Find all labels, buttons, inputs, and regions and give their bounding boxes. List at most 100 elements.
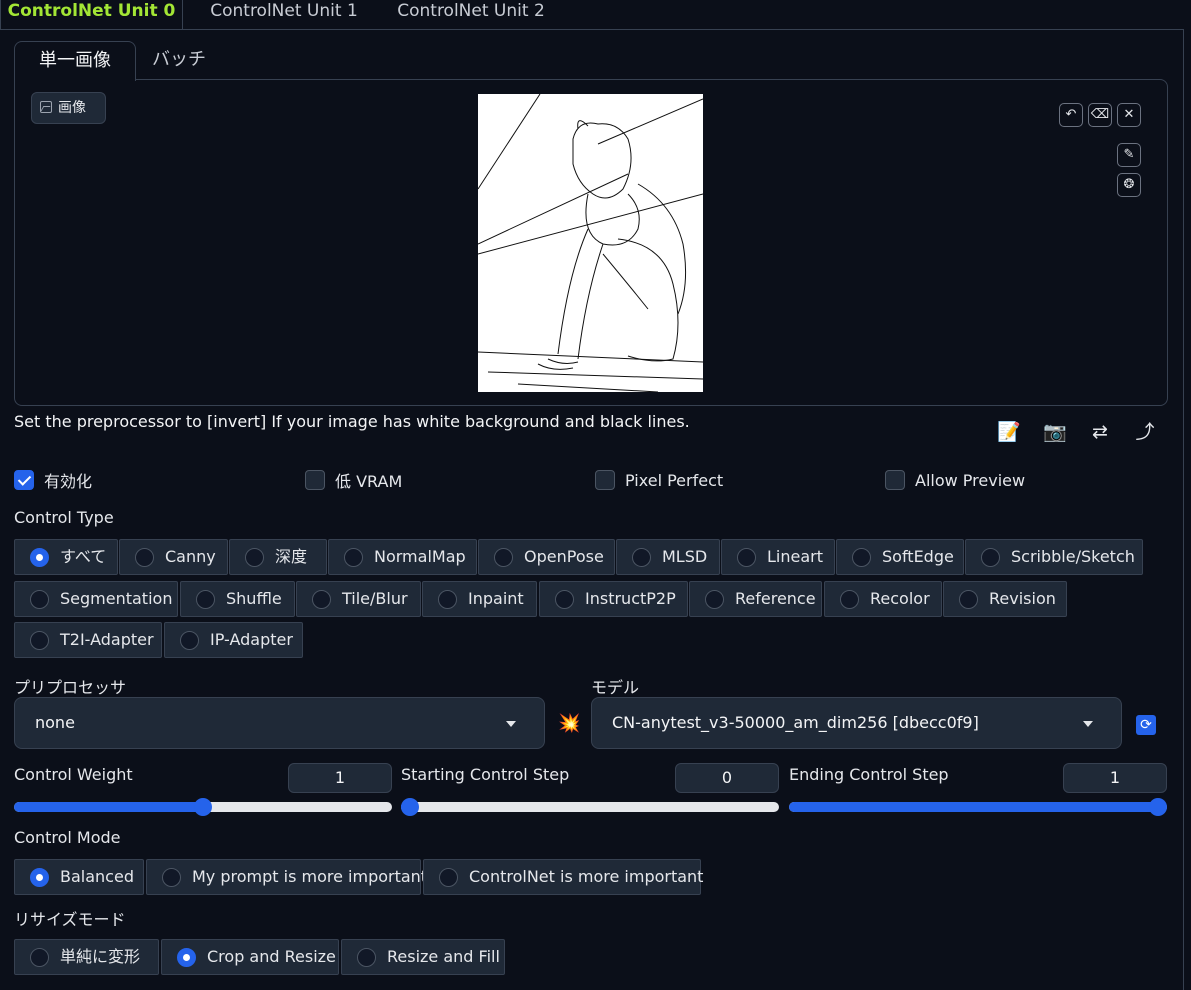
control-type-scribble[interactable]: Scribble/Sketch [965,539,1143,575]
allow-preview-checkbox[interactable]: Allow Preview [885,468,1025,492]
control-type-lineart[interactable]: Lineart [721,539,835,575]
control-mode-balanced[interactable]: Balanced [14,859,144,895]
control-type-tile-blur[interactable]: Tile/Blur [296,581,421,617]
enable-checkbox[interactable]: 有効化 [14,468,92,492]
refresh-icon[interactable]: ⟳ [1136,715,1156,735]
control-weight-input[interactable]: 1 [288,763,392,793]
slider-thumb[interactable] [1149,798,1167,816]
control-type-openpose[interactable]: OpenPose [478,539,615,575]
control-type-t2i-adapter[interactable]: T2I-Adapter [14,622,162,658]
slider-fill [789,802,1158,812]
control-weight-slider[interactable] [14,798,392,816]
image-canvas[interactable]: 画像 ↶ ⌫ ✕ ✎ ❂ [14,79,1168,406]
control-type-inpaint[interactable]: Inpaint [422,581,537,617]
sketch-image [478,94,703,392]
run-preprocessor-icon[interactable]: 💥 [558,713,580,734]
radio-dot [312,590,331,609]
radio-dot [30,868,49,887]
pixel-perfect-checkbox-box[interactable] [595,470,615,490]
tab-controlnet-unit-2[interactable]: ControlNet Unit 2 [382,0,560,30]
control-type-reference[interactable]: Reference [689,581,822,617]
preprocessor-hint: Set the preprocessor to [invert] If your… [14,412,690,431]
control-type-ip-adapter[interactable]: IP-Adapter [164,622,303,658]
notes-icon[interactable]: 📝 [996,419,1022,445]
radio-dot [852,548,871,567]
control-type-depth[interactable]: 深度 [229,539,327,575]
control-mode-label: Control Mode [14,828,121,847]
low-vram-checkbox-box[interactable] [305,470,325,490]
low-vram-checkbox[interactable]: 低 VRAM [305,468,402,492]
low-vram-label: 低 VRAM [335,472,403,491]
radio-dot [705,590,724,609]
control-type-canny[interactable]: Canny [119,539,228,575]
starting-step-slider[interactable] [401,798,779,816]
model-value: CN-anytest_v3-50000_am_dim256 [dbecc0f9] [612,713,979,732]
control-type-revision[interactable]: Revision [943,581,1067,617]
pixel-perfect-checkbox[interactable]: Pixel Perfect [595,468,723,492]
ending-step-label: Ending Control Step [789,765,949,784]
tab-single-image[interactable]: 単一画像 [14,41,136,81]
resize-mode-resize-and-fill[interactable]: Resize and Fill [341,939,505,975]
control-type-instructp2p[interactable]: InstructP2P [539,581,688,617]
enable-checkbox-box[interactable] [14,470,34,490]
control-type-segmentation[interactable]: Segmentation [14,581,178,617]
allow-preview-label: Allow Preview [915,470,1026,490]
control-type-shuffle[interactable]: Shuffle [180,581,295,617]
radio-dot [30,948,49,967]
control-type-label: Control Type [14,508,114,527]
resize-mode-crop-and-resize[interactable]: Crop and Resize [161,939,339,975]
ending-step-input[interactable]: 1 [1063,763,1167,793]
preprocessor-dropdown[interactable]: none [14,697,545,749]
swap-icon[interactable]: ⇄ [1087,419,1113,445]
undo-button[interactable]: ↶ [1059,103,1083,127]
control-type-all[interactable]: すべて [14,539,118,575]
control-mode-controlnet[interactable]: ControlNet is more important [423,859,703,895]
radio-dot [245,548,264,567]
image-icon [40,101,52,113]
tab-batch[interactable]: バッチ [142,41,216,80]
radio-dot [196,590,215,609]
radio-dot [555,590,574,609]
model-dropdown[interactable]: CN-anytest_v3-50000_am_dim256 [dbecc0f9] [591,697,1122,749]
slider-thumb[interactable] [194,798,212,816]
ending-step-slider[interactable] [789,798,1167,816]
radio-dot [30,548,49,567]
radio-dot [344,548,363,567]
allow-preview-checkbox-box[interactable] [885,470,905,490]
tab-controlnet-unit-0[interactable]: ControlNet Unit 0 [0,0,183,30]
pixel-perfect-label: Pixel Perfect [625,470,724,490]
resize-mode-label: リサイズモード [14,910,126,929]
control-type-mlsd[interactable]: MLSD [616,539,720,575]
control-mode-prompt[interactable]: My prompt is more important [146,859,427,895]
resize-mode-just-resize[interactable]: 単純に変形 [14,939,159,975]
radio-dot [981,548,1000,567]
starting-step-label: Starting Control Step [401,765,570,784]
camera-icon[interactable]: 📷 [1042,419,1068,445]
model-label: モデル [591,678,640,697]
slider-thumb[interactable] [401,798,419,816]
radio-dot [357,948,376,967]
control-weight-label: Control Weight [14,765,133,784]
radio-dot [438,590,457,609]
eraser-button[interactable]: ⌫ [1088,103,1112,127]
brush-button[interactable]: ✎ [1117,143,1141,167]
enable-label: 有効化 [44,472,93,491]
radio-dot [162,868,181,887]
control-type-recolor[interactable]: Recolor [824,581,942,617]
control-type-normalmap[interactable]: NormalMap [328,539,477,575]
send-icon[interactable]: ⤴ [1132,419,1158,445]
radio-dot [737,548,756,567]
preprocessor-value: none [35,713,75,732]
starting-step-input[interactable]: 0 [675,763,779,793]
radio-dot [135,548,154,567]
close-button[interactable]: ✕ [1117,103,1141,127]
tab-controlnet-unit-1[interactable]: ControlNet Unit 1 [194,0,374,30]
radio-dot [30,590,49,609]
radio-dot [632,548,651,567]
control-type-softedge[interactable]: SoftEdge [836,539,964,575]
radio-dot [494,548,513,567]
image-label: 画像 [31,92,106,124]
slider-fill [14,802,203,812]
palette-button[interactable]: ❂ [1117,173,1141,197]
chevron-down-icon [1083,721,1093,727]
